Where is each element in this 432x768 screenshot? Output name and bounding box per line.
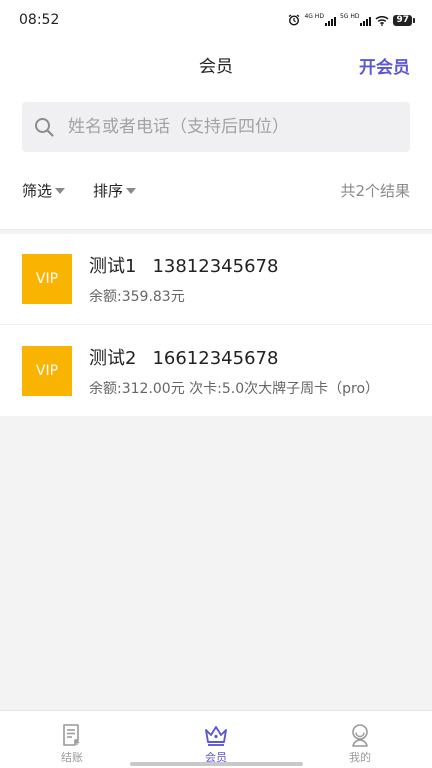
- list-item[interactable]: VIP 测试2 16612345678 余额:312.00元 次卡:5.0次大牌子…: [0, 325, 432, 416]
- tab-checkout[interactable]: 结账: [0, 711, 144, 768]
- tab-profile[interactable]: 我的: [288, 711, 432, 768]
- crown-icon: [205, 726, 227, 746]
- top-panel: 08:52 4G HD 5G HD 97 会员 开会员 姓名或者电话（支持后四位…: [0, 0, 432, 230]
- member-detail: 余额:359.83元: [89, 289, 185, 305]
- vip-badge: VIP: [22, 345, 72, 396]
- sort-dropdown[interactable]: 排序: [93, 180, 137, 201]
- member-name: 测试1: [89, 256, 137, 277]
- receipt-icon: [63, 724, 80, 746]
- search-section: [0, 88, 432, 152]
- sort-label: 排序: [93, 182, 124, 200]
- status-bar: 08:52 4G HD 5G HD 97: [0, 0, 432, 40]
- member-title: 测试1 13812345678: [89, 252, 409, 278]
- signal-icon-2: 5G HD: [340, 14, 372, 26]
- status-icons: 4G HD 5G HD 97: [288, 14, 415, 26]
- member-name: 测试2: [89, 347, 137, 369]
- list-item[interactable]: VIP 测试1 13812345678 余额:359.83元: [0, 234, 432, 325]
- tab-members[interactable]: 会员: [144, 711, 288, 768]
- filter-bar: 筛选 排序 共2个结果: [0, 152, 432, 230]
- battery-icon: 97: [393, 14, 415, 26]
- member-info: 测试2 16612345678 余额:312.00元 次卡:5.0次大牌子周卡（p…: [89, 344, 409, 398]
- open-membership-button[interactable]: 开会员: [359, 53, 410, 78]
- result-count: 共2个结果: [340, 182, 410, 200]
- member-list: VIP 测试1 13812345678 余额:359.83元 VIP 测试2 166…: [0, 234, 432, 416]
- caret-down-icon: [55, 187, 66, 194]
- search-box[interactable]: [22, 102, 410, 152]
- page-title: 会员: [199, 56, 233, 77]
- wifi-icon: [375, 15, 389, 26]
- network-label-1: 4G HD: [304, 13, 324, 20]
- vip-badge: VIP: [22, 254, 72, 304]
- search-icon: [35, 118, 54, 137]
- alarm-icon: [289, 14, 300, 26]
- member-phone: 13812345678: [152, 256, 279, 277]
- member-detail: 余额:312.00元 次卡:5.0次大牌子周卡（pro）: [89, 380, 380, 397]
- filter-dropdown[interactable]: 筛选: [22, 180, 66, 201]
- tab-label: 结账: [61, 751, 83, 764]
- member-title: 测试2 16612345678: [89, 344, 409, 370]
- filter-label: 筛选: [22, 182, 53, 200]
- user-icon: [352, 724, 368, 747]
- tab-bar: 结账 会员 我的: [0, 710, 432, 768]
- member-info: 测试1 13812345678 余额:359.83元: [89, 252, 409, 306]
- status-time: 08:52: [19, 12, 60, 28]
- signal-icon: 4G HD: [304, 14, 336, 26]
- tab-label: 我的: [349, 751, 371, 764]
- member-phone: 16612345678: [152, 347, 279, 369]
- nav-bar: 会员 开会员: [0, 40, 432, 88]
- home-indicator[interactable]: [130, 762, 303, 766]
- caret-down-icon: [126, 187, 137, 194]
- network-label-2: 5G HD: [339, 13, 360, 20]
- search-input[interactable]: [68, 117, 388, 137]
